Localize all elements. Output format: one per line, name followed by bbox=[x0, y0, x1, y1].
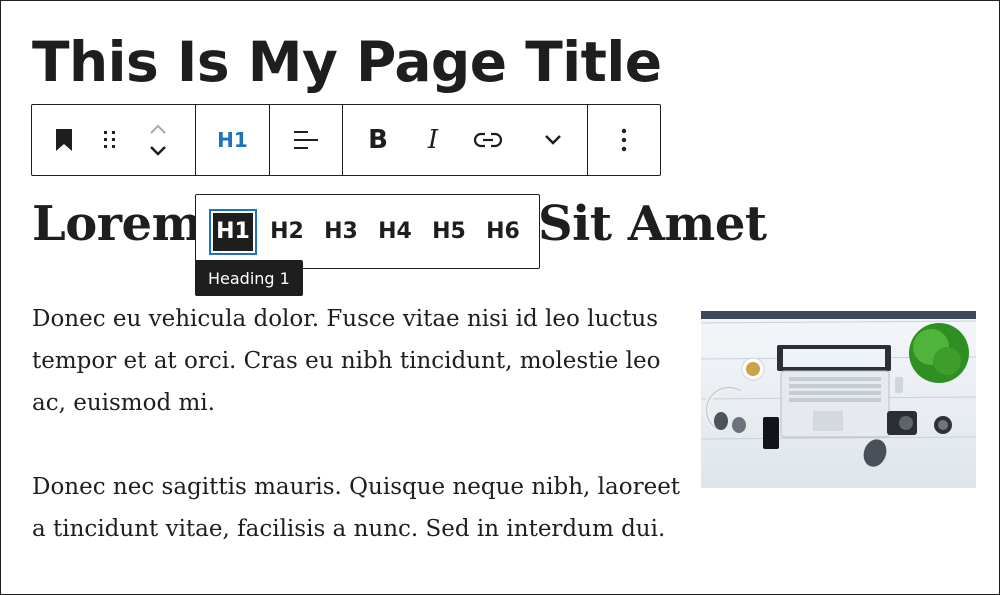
move-up-button[interactable] bbox=[148, 118, 168, 140]
drag-handle[interactable] bbox=[96, 105, 124, 175]
tooltip: Heading 1 bbox=[195, 260, 303, 296]
heading-text-start: Lorem bbox=[32, 196, 202, 252]
options-group bbox=[588, 105, 660, 175]
level-option-h6[interactable]: H6 bbox=[479, 209, 527, 255]
heading-level-group: H1 bbox=[196, 105, 270, 175]
link-icon bbox=[473, 132, 503, 148]
chevron-up-icon bbox=[150, 124, 166, 134]
level-option-h2[interactable]: H2 bbox=[263, 209, 311, 255]
more-vertical-icon bbox=[621, 128, 627, 152]
bold-button[interactable]: B bbox=[343, 105, 413, 175]
heading-level-button[interactable]: H1 bbox=[217, 105, 248, 175]
paragraph-block[interactable]: Donec eu vehicula dolor. Fusce vitae nis… bbox=[32, 298, 682, 424]
block-toolbar: H1 B I bbox=[31, 104, 661, 176]
level-option-h3[interactable]: H3 bbox=[317, 209, 365, 255]
formatting-group: B I bbox=[343, 105, 588, 175]
move-down-button[interactable] bbox=[148, 140, 168, 162]
level-option-h4[interactable]: H4 bbox=[371, 209, 419, 255]
chevron-down-icon bbox=[545, 135, 561, 145]
page-title[interactable]: This Is My Page Title bbox=[32, 30, 662, 94]
drag-handle-icon bbox=[104, 131, 115, 148]
heading-block[interactable]: Lorem bbox=[32, 196, 202, 252]
image-block[interactable] bbox=[701, 311, 976, 488]
level-option-h1[interactable]: H1 bbox=[209, 208, 257, 255]
block-movers bbox=[140, 105, 176, 175]
level-option-h5[interactable]: H5 bbox=[425, 209, 473, 255]
link-button[interactable] bbox=[453, 105, 523, 175]
align-left-icon bbox=[294, 131, 318, 149]
chevron-down-icon bbox=[150, 146, 166, 156]
options-button[interactable] bbox=[620, 105, 628, 175]
heading-block-end[interactable]: Sit Amet bbox=[538, 196, 767, 252]
heading-level-dropdown: H1 H2 H3 H4 H5 H6 bbox=[195, 194, 540, 269]
bookmark-icon bbox=[56, 129, 72, 151]
block-controls-group bbox=[32, 105, 196, 175]
paragraph-block[interactable]: Donec nec sagittis mauris. Quisque neque… bbox=[32, 466, 682, 550]
align-button[interactable] bbox=[292, 105, 320, 175]
level-option-label: H1 bbox=[213, 212, 253, 251]
desk-photo-image bbox=[701, 311, 976, 488]
italic-button[interactable]: I bbox=[413, 105, 453, 175]
more-formats-button[interactable] bbox=[523, 105, 583, 175]
block-type-button[interactable] bbox=[32, 105, 96, 175]
align-group bbox=[270, 105, 343, 175]
heading-text-end: Sit Amet bbox=[538, 196, 767, 252]
